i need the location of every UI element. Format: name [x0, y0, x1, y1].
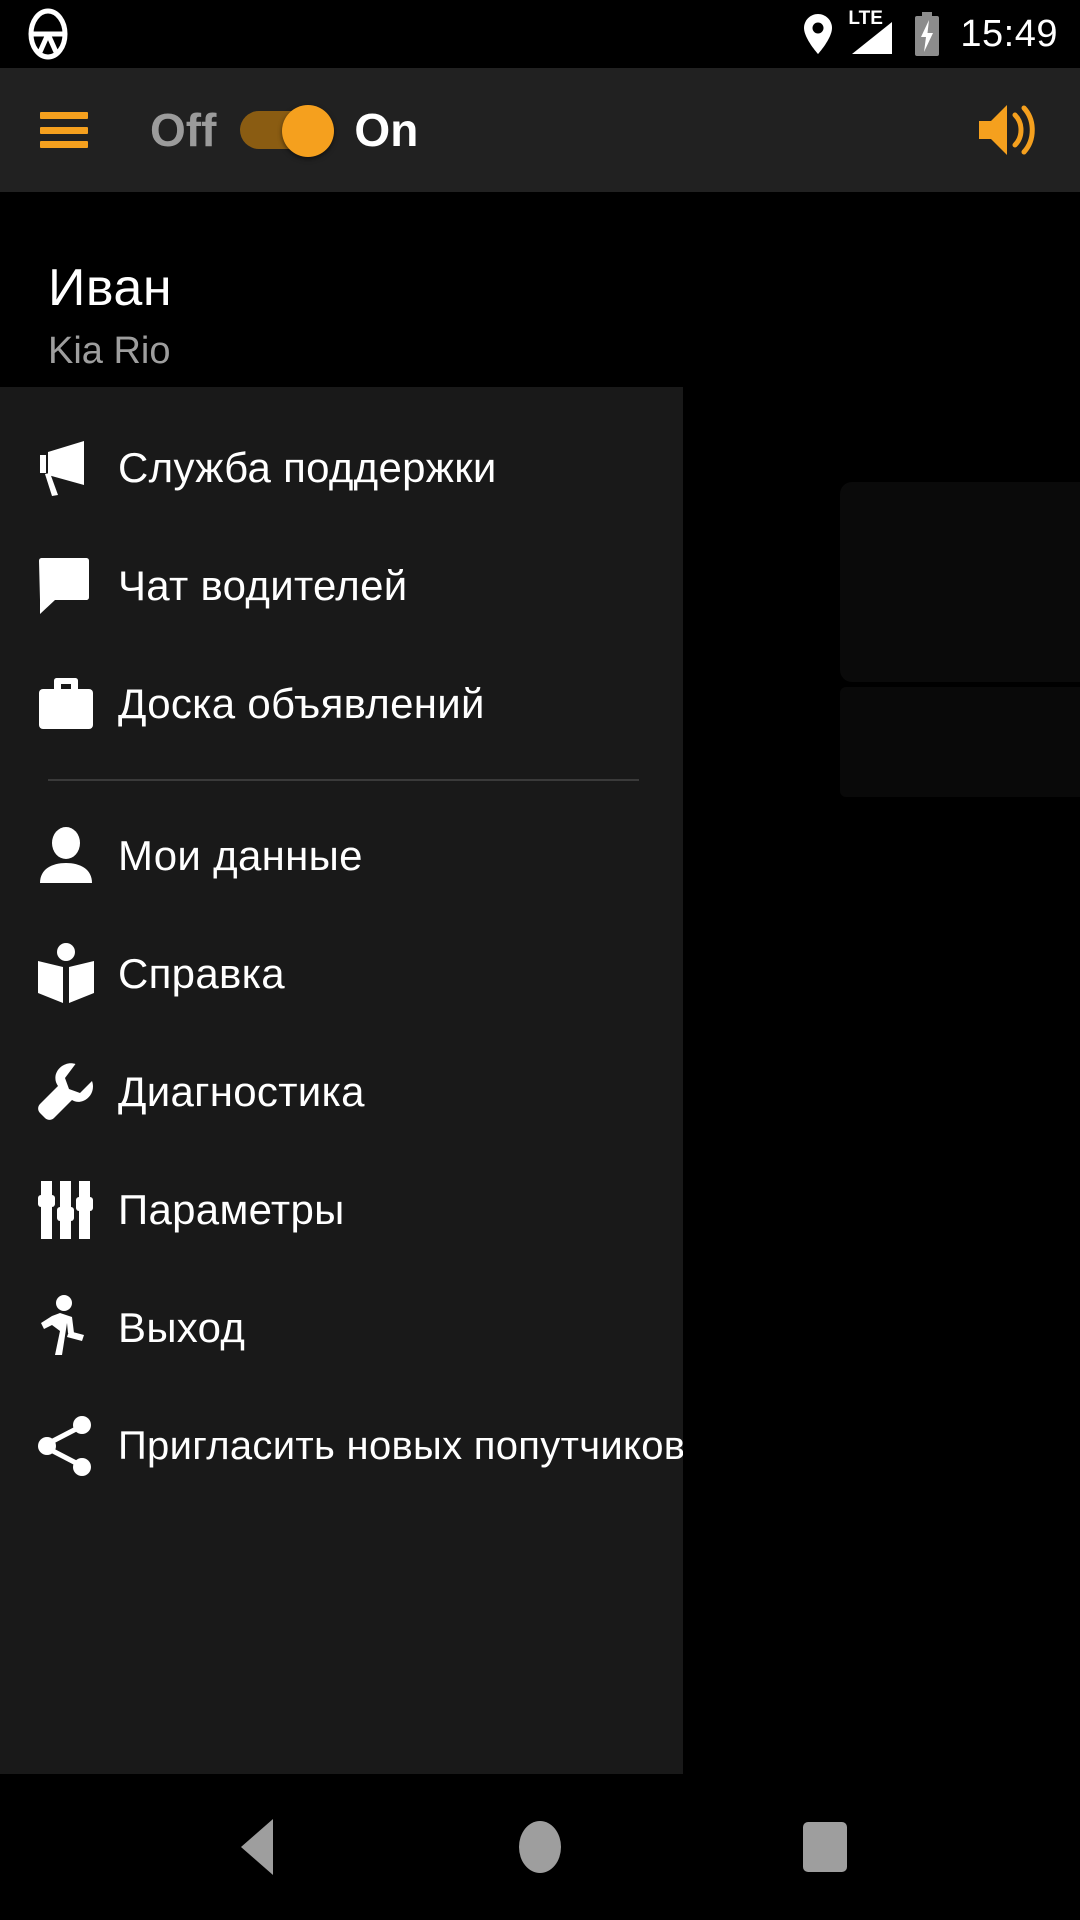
briefcase-icon [0, 676, 118, 732]
android-navigation-bar [0, 1774, 1080, 1920]
back-triangle-shape [241, 1819, 273, 1875]
status-bar-right: LTE 15:49 [804, 0, 1058, 68]
signal-bars-icon: LTE [846, 8, 900, 56]
steering-wheel-icon [22, 8, 74, 60]
status-bar: LTE 15:49 [0, 0, 1080, 68]
online-toggle-group[interactable]: Off On [150, 103, 418, 157]
drawer-item-label: Чат водителей [118, 562, 408, 609]
background-card [840, 482, 1080, 682]
home-circle-icon[interactable] [505, 1812, 575, 1882]
drawer-item-label: Диагностика [118, 1068, 365, 1115]
drawer-item-settings[interactable]: Параметры [0, 1151, 683, 1269]
drawer-item-label: Служба поддержки [118, 444, 497, 491]
recents-square-shape [803, 1822, 847, 1872]
toggle-off-label: Off [150, 104, 217, 156]
toggle-on-label: On [354, 104, 419, 156]
location-pin-icon [804, 14, 833, 54]
status-bar-clock: 15:49 [960, 12, 1058, 55]
drawer-item-label: Параметры [118, 1186, 345, 1233]
drawer-item-label: Доска объявлений [118, 680, 485, 727]
drawer-item-exit[interactable]: Выход [0, 1269, 683, 1387]
recents-square-icon[interactable] [790, 1812, 860, 1882]
drawer-item-label: Мои данные [118, 832, 363, 879]
navigation-drawer: Иван Kia Rio Служба поддержки Чат водите… [0, 192, 683, 1774]
megaphone-icon [0, 439, 118, 497]
drawer-header[interactable]: Иван Kia Rio [0, 192, 683, 387]
chat-bubble-icon [0, 557, 118, 615]
app-toolbar: Off On [0, 68, 1080, 192]
drawer-item-label: Пригласить новых попутчиков [118, 1423, 683, 1468]
profile-car-model: Kia Rio [48, 330, 171, 372]
hamburger-menu-icon[interactable] [40, 112, 88, 148]
hamburger-bar [40, 112, 88, 119]
phone-screen: LTE 15:49 Off On Иван Kia Rio Служба под… [0, 0, 1080, 1920]
drawer-divider [48, 779, 639, 781]
hamburger-bar [40, 126, 88, 134]
back-triangle-icon[interactable] [222, 1812, 292, 1882]
drawer-item-label: Справка [118, 950, 285, 997]
running-person-icon [0, 1295, 118, 1361]
drawer-item-invite[interactable]: Пригласить новых попутчиков [0, 1387, 683, 1505]
profile-name: Иван [48, 259, 173, 317]
drawer-menu-list: Служба поддержки Чат водителей Доска объ… [0, 387, 683, 1505]
battery-charging-icon [914, 12, 940, 56]
drawer-item-label: Выход [118, 1304, 246, 1351]
wrench-icon [0, 1062, 118, 1122]
drawer-item-my-data[interactable]: Мои данные [0, 797, 683, 915]
online-status-switch[interactable] [240, 105, 335, 157]
background-card-secondary [840, 687, 1080, 797]
drawer-item-diagnostics[interactable]: Диагностика [0, 1033, 683, 1151]
status-bar-left [22, 8, 74, 60]
network-type-label: LTE [848, 8, 883, 29]
person-icon [0, 827, 118, 885]
volume-up-icon[interactable] [974, 95, 1044, 165]
drawer-item-bulletin-board[interactable]: Доска объявлений [0, 645, 683, 763]
hamburger-bar [40, 141, 88, 148]
home-circle-shape [519, 1821, 561, 1873]
sliders-icon [0, 1179, 118, 1241]
share-icon [0, 1415, 118, 1477]
drawer-item-driver-chat[interactable]: Чат водителей [0, 527, 683, 645]
drawer-item-help[interactable]: Справка [0, 915, 683, 1033]
open-book-icon [0, 943, 118, 1005]
switch-thumb[interactable] [282, 105, 335, 157]
drawer-item-support[interactable]: Служба поддержки [0, 409, 683, 527]
